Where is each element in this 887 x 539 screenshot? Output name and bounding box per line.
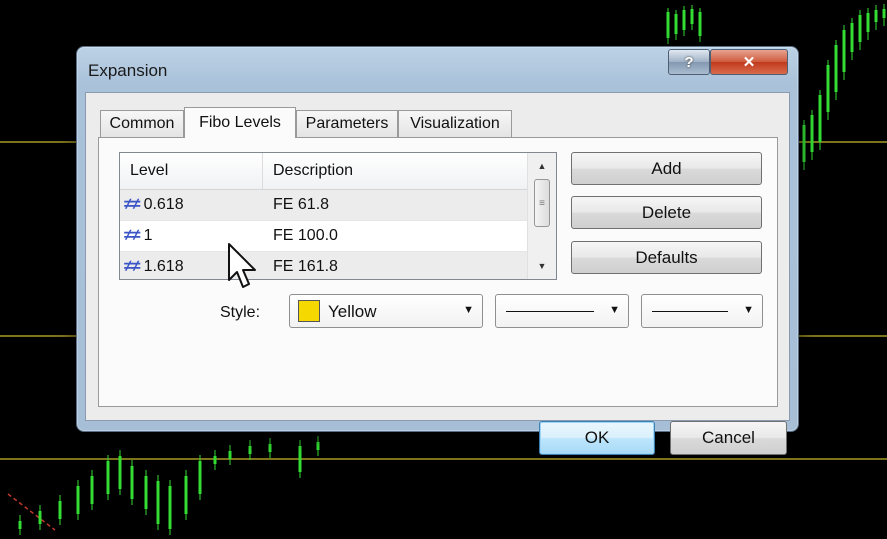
candle-body bbox=[168, 486, 172, 529]
chevron-down-icon: ▼ bbox=[743, 304, 754, 316]
candle-body bbox=[698, 12, 702, 36]
level-value: 1 bbox=[143, 227, 153, 244]
ok-button[interactable]: OK bbox=[539, 421, 655, 455]
candle-body bbox=[130, 466, 134, 499]
color-swatch bbox=[298, 300, 320, 322]
description-value: FE 100.0 bbox=[273, 227, 338, 244]
levels-list-scrollbar[interactable]: ▲ ≡ ▼ bbox=[527, 153, 556, 279]
list-item[interactable]: ≠≠ 0.618 FE 61.8 bbox=[120, 190, 528, 221]
level-value: 1.618 bbox=[143, 258, 184, 275]
color-select[interactable]: Yellow ▼ bbox=[289, 294, 483, 328]
tab-common[interactable]: Common bbox=[100, 110, 184, 137]
mouse-pointer-icon bbox=[228, 243, 256, 288]
list-item[interactable]: ≠≠ 1 FE 100.0 bbox=[120, 221, 528, 252]
candle-body bbox=[118, 456, 122, 489]
line-style-select[interactable]: ▼ bbox=[495, 294, 629, 328]
levels-list[interactable]: Level Description ≠≠ 0.618 FE 61.8 ≠≠ 1 … bbox=[119, 152, 557, 280]
dialog-title: Expansion bbox=[88, 61, 168, 80]
tab-parameters[interactable]: Parameters bbox=[296, 110, 398, 137]
fibo-level-icon: ≠≠ bbox=[124, 227, 141, 244]
delete-button[interactable]: Delete bbox=[571, 196, 762, 229]
scroll-thumb[interactable]: ≡ bbox=[534, 179, 550, 227]
candle-body bbox=[682, 10, 686, 30]
candle-body bbox=[810, 115, 814, 152]
candle-body bbox=[268, 444, 272, 452]
candle-body bbox=[866, 13, 870, 32]
description-value: FE 61.8 bbox=[273, 196, 330, 213]
candle-body bbox=[184, 476, 188, 514]
candle-body bbox=[818, 95, 822, 142]
tab-fibo-levels[interactable]: Fibo Levels bbox=[184, 107, 296, 138]
scroll-down-arrow-icon[interactable]: ▼ bbox=[528, 255, 556, 277]
candle-body bbox=[882, 9, 886, 18]
candle-body bbox=[106, 461, 110, 494]
candle-body bbox=[228, 451, 232, 459]
fibo-level-icon: ≠≠ bbox=[124, 196, 141, 213]
close-button[interactable]: ✕ bbox=[710, 49, 788, 75]
candle-body bbox=[90, 476, 94, 504]
level-cell: ≠≠ 0.618 bbox=[120, 190, 263, 220]
candle-body bbox=[826, 65, 830, 112]
candle-body bbox=[316, 442, 320, 450]
line-style-preview bbox=[506, 311, 594, 312]
fibo-levels-panel: Level Description ≠≠ 0.618 FE 61.8 ≠≠ 1 … bbox=[98, 137, 778, 407]
add-button[interactable]: Add bbox=[571, 152, 762, 185]
line-width-select[interactable]: ▼ bbox=[641, 294, 763, 328]
candle-body bbox=[144, 476, 148, 509]
level-value: 0.618 bbox=[143, 196, 184, 213]
candle-body bbox=[198, 461, 202, 494]
dialog-client-area: Common Fibo Levels Parameters Visualizat… bbox=[85, 92, 790, 455]
defaults-button[interactable]: Defaults bbox=[571, 241, 762, 274]
candle-body bbox=[248, 446, 252, 454]
candle-body bbox=[834, 45, 838, 92]
candle-body bbox=[802, 125, 806, 162]
line-width-preview bbox=[652, 311, 728, 312]
candle-body bbox=[38, 511, 42, 524]
chevron-down-icon: ▼ bbox=[463, 304, 474, 316]
list-item[interactable]: ≠≠ 1.618 FE 161.8 bbox=[120, 252, 528, 279]
candle-body bbox=[76, 486, 80, 514]
help-button[interactable]: ? bbox=[668, 49, 710, 75]
fibo-level-icon: ≠≠ bbox=[124, 258, 141, 275]
candle-body bbox=[850, 23, 854, 52]
candle-body bbox=[213, 456, 217, 464]
levels-list-header: Level Description bbox=[120, 153, 528, 190]
style-label: Style: bbox=[220, 304, 261, 321]
candle-body bbox=[298, 446, 302, 472]
cancel-button[interactable]: Cancel bbox=[670, 421, 787, 455]
close-icon: ✕ bbox=[742, 54, 756, 71]
candle-body bbox=[156, 481, 160, 524]
candle-body bbox=[858, 15, 862, 42]
candle-body bbox=[666, 12, 670, 38]
candle-body bbox=[690, 9, 694, 24]
scroll-up-arrow-icon[interactable]: ▲ bbox=[528, 155, 556, 177]
levels-list-rows: ≠≠ 0.618 FE 61.8 ≠≠ 1 FE 100.0 ≠≠ 1.618 … bbox=[120, 190, 528, 279]
candle-body bbox=[842, 30, 846, 72]
candle-body bbox=[874, 10, 878, 22]
column-header-description[interactable]: Description bbox=[263, 153, 528, 189]
candle-body bbox=[18, 521, 22, 529]
description-value: FE 161.8 bbox=[273, 258, 338, 275]
color-name: Yellow bbox=[328, 302, 377, 321]
candle-body bbox=[674, 14, 678, 34]
tab-visualization[interactable]: Visualization bbox=[398, 110, 512, 137]
chevron-down-icon: ▼ bbox=[609, 304, 620, 316]
column-header-level[interactable]: Level bbox=[120, 153, 263, 189]
expansion-dialog: Expansion ? ✕ Common Fibo Levels Paramet… bbox=[76, 46, 799, 455]
candle-body bbox=[58, 501, 62, 519]
